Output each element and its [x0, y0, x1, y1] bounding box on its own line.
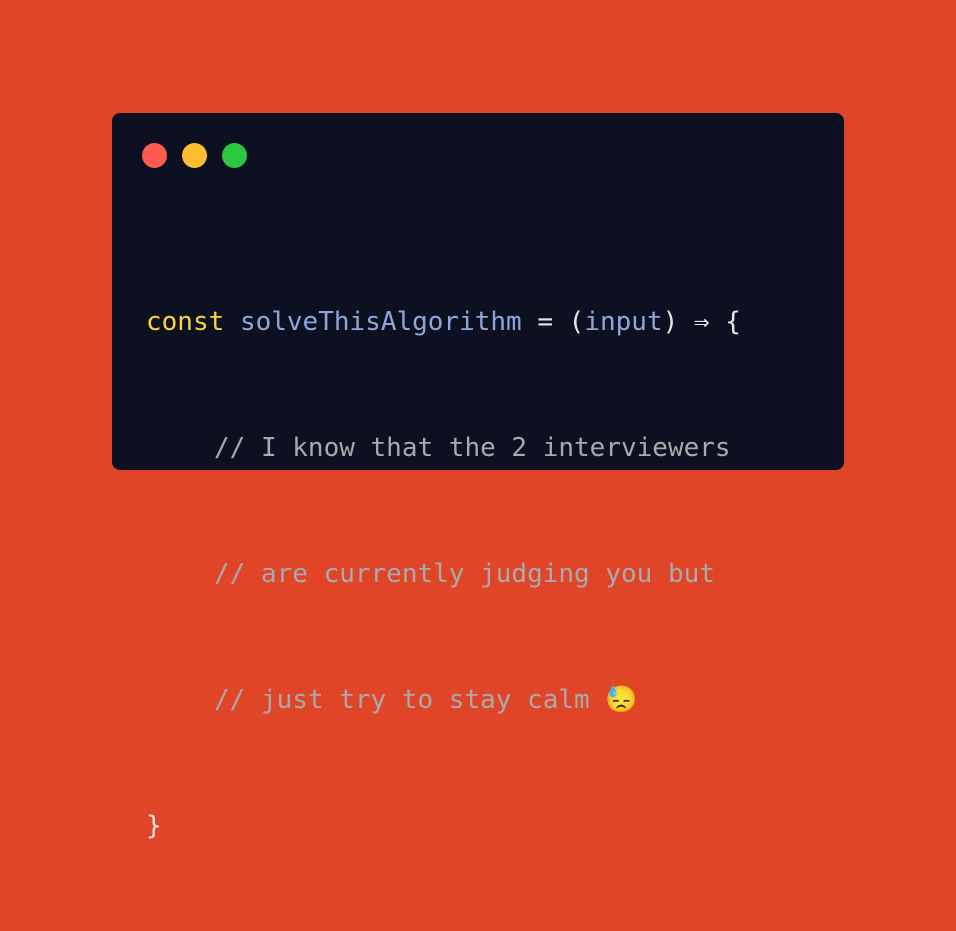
open-brace: { — [725, 307, 741, 337]
code-line-3: // are currently judging you but — [146, 553, 741, 595]
keyword-const: const — [146, 307, 225, 337]
equals-sign: = — [537, 307, 554, 337]
code-line-5: } — [146, 805, 741, 847]
function-name: solveThisAlgorithm — [239, 307, 522, 337]
maximize-dot-icon[interactable] — [222, 143, 247, 168]
comment-line: // are currently judging you but — [214, 559, 715, 589]
close-dot-icon[interactable] — [142, 143, 167, 168]
code-block: const solveThisAlgorithm = (input) ⇒ { /… — [146, 217, 741, 931]
close-brace: } — [146, 811, 162, 841]
window-controls — [142, 143, 247, 168]
comment-line: // just try to stay calm 😓 — [214, 685, 638, 715]
code-line-4: // just try to stay calm 😓 — [146, 679, 741, 721]
comment-line: // I know that the 2 interviewers — [214, 433, 731, 463]
code-line-1: const solveThisAlgorithm = (input) ⇒ { — [146, 301, 741, 343]
code-window: const solveThisAlgorithm = (input) ⇒ { /… — [112, 113, 844, 841]
arrow-operator: ⇒ — [693, 307, 710, 337]
param-input: input — [584, 307, 663, 337]
minimize-dot-icon[interactable] — [182, 143, 207, 168]
code-line-2: // I know that the 2 interviewers — [146, 427, 741, 469]
open-paren: ( — [568, 307, 585, 337]
close-paren: ) — [662, 307, 679, 337]
